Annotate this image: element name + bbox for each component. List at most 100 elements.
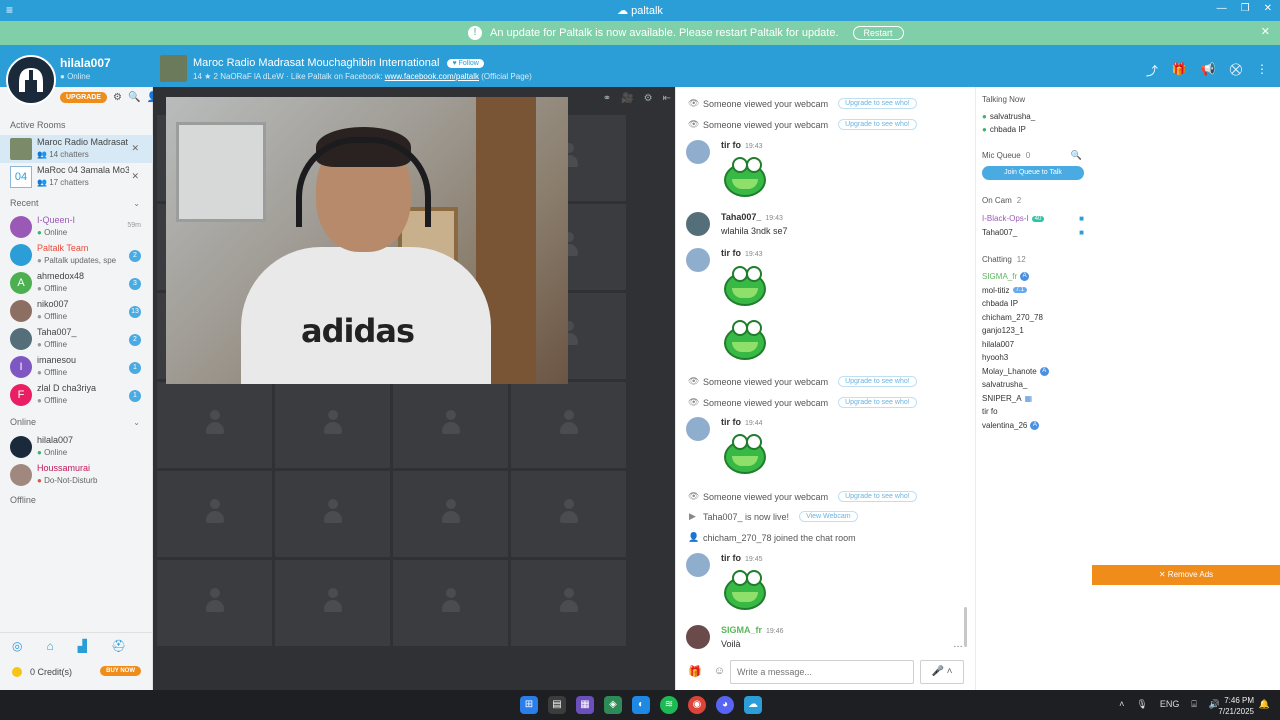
megaphone-icon[interactable]: 📢 <box>1201 62 1216 79</box>
collapse-icon[interactable]: ⇤ <box>663 93 671 104</box>
avatar[interactable] <box>686 140 710 164</box>
follow-button[interactable]: ♥ Follow <box>447 58 484 68</box>
gift-icon[interactable]: 🎁 <box>1172 62 1187 79</box>
sender-name[interactable]: Taha007_ 19:43 <box>721 212 783 222</box>
search-icon[interactable]: 🔍 <box>128 92 140 103</box>
file-explorer-icon[interactable]: ▤ <box>548 696 566 714</box>
windows-start-icon[interactable]: ⊞ <box>520 696 538 714</box>
sender-name[interactable]: tir fo 19:44 <box>721 417 763 427</box>
chatting-user[interactable]: SNIPER_A ▦ <box>982 394 1032 403</box>
contact-item[interactable]: I-Queen-I ● Online 59m <box>0 213 153 241</box>
avatar[interactable] <box>686 248 710 272</box>
video-camera-icon[interactable]: ■ <box>1079 214 1084 223</box>
join-queue-button[interactable]: Join Queue to Talk <box>982 166 1084 180</box>
microphone-button[interactable]: 🎤 ˄ <box>920 660 964 684</box>
video-tile[interactable] <box>511 382 626 468</box>
chatting-user[interactable]: Molay_Lhanote A <box>982 366 1049 376</box>
gift-icon[interactable]: 🎁 <box>688 665 702 678</box>
chatting-user[interactable]: chbada IP <box>982 299 1018 308</box>
discover-icon[interactable]: ◎ <box>12 639 22 653</box>
facebook-link[interactable]: www.facebook.com/paltalk <box>385 72 479 81</box>
restore-icon[interactable]: ❐ <box>1241 3 1250 14</box>
on-cam-user[interactable]: Taha007_ <box>982 228 1017 237</box>
emoji-icon[interactable]: ☺ <box>714 665 725 678</box>
contact-item[interactable]: Paltalk Team ● Paltalk updates, spe 2 <box>0 241 153 269</box>
video-tile[interactable] <box>157 471 272 557</box>
buy-now-button[interactable]: BUY NOW <box>100 666 141 676</box>
notice-action-button[interactable]: Upgrade to see who! <box>838 98 917 109</box>
chatting-user[interactable]: mol-titiz 7.1 <box>982 286 1027 295</box>
notice-action-button[interactable]: Upgrade to see who! <box>838 397 917 408</box>
chatting-user[interactable]: chicham_270_78 <box>982 313 1043 322</box>
user-avatar[interactable] <box>6 55 56 105</box>
settings-icon[interactable]: ⚙ <box>644 93 653 104</box>
video-tile[interactable] <box>511 560 626 646</box>
contact-item[interactable]: Houssamurai ● Do-Not-Disturb <box>0 461 153 489</box>
video-tile[interactable] <box>393 471 508 557</box>
search-icon[interactable]: 🔍 <box>1071 150 1082 161</box>
share-icon[interactable]: ⤴ <box>1146 62 1158 79</box>
edge-icon[interactable]: ◐ <box>632 696 650 714</box>
notification-icon[interactable]: 🔔 <box>1259 699 1270 710</box>
microphone-icon[interactable]: 🎙 <box>1136 699 1147 710</box>
chevron-up-icon[interactable]: ˄ <box>1119 699 1124 710</box>
notice-action-button[interactable]: Upgrade to see who! <box>838 119 917 130</box>
talking-user[interactable]: ● chbada IP <box>982 125 1026 134</box>
network-icon[interactable]: ⌸ <box>1191 699 1196 710</box>
active-room-item[interactable]: 04 MaRoc 04 3amala Mo3 👥 17 chatters ✕ <box>0 163 153 191</box>
avatar[interactable] <box>686 212 710 236</box>
restart-button[interactable]: Restart <box>852 26 904 40</box>
gear-icon[interactable]: ⚙ <box>113 92 122 103</box>
talking-user[interactable]: ● salvatrusha_ <box>982 112 1035 121</box>
chevron-down-icon[interactable]: ⌄ <box>133 199 140 208</box>
minimize-icon[interactable]: — <box>1217 3 1227 14</box>
contact-item[interactable]: niko007 ● Offline 13 <box>0 297 153 325</box>
more-options-icon[interactable]: … <box>953 639 963 650</box>
chatting-user[interactable]: hilala007 <box>982 340 1014 349</box>
remove-ads-button[interactable]: ✕ Remove Ads <box>1092 565 1280 585</box>
webcam-feed[interactable]: adidas <box>166 97 568 384</box>
contact-item[interactable]: Taha007_ ● Offline 2 <box>0 325 153 353</box>
on-cam-user[interactable]: I-Black-Ops-I 40 <box>982 214 1087 223</box>
contact-item[interactable]: Fzlal D cha3riya ● Offline 1 <box>0 381 153 409</box>
notice-action-button[interactable]: View Webcam <box>799 511 858 522</box>
chatting-user[interactable]: salvatrusha_ <box>982 380 1027 389</box>
chevron-down-icon[interactable]: ⌄ <box>133 418 140 427</box>
close-window-icon[interactable]: ✕ <box>1264 3 1272 14</box>
video-tile[interactable] <box>157 382 272 468</box>
chatting-user[interactable]: hyooh3 <box>982 353 1008 362</box>
video-tile[interactable] <box>393 560 508 646</box>
video-tile[interactable] <box>157 560 272 646</box>
close-room-icon[interactable]: ✕ <box>131 143 139 154</box>
leaderboard-icon[interactable]: ▟ <box>78 639 87 653</box>
notice-action-button[interactable]: Upgrade to see who! <box>838 376 917 387</box>
chatting-user[interactable]: SIGMA_fr A <box>982 272 1030 281</box>
message-input[interactable] <box>730 660 914 684</box>
avatar[interactable] <box>686 625 710 649</box>
app-icon[interactable]: ▦ <box>576 696 594 714</box>
contact-item[interactable]: Iimanesou ● Offline 1 <box>0 353 153 381</box>
video-camera-icon[interactable]: ■ <box>1079 228 1084 237</box>
helmet-icon[interactable]: ⛑ <box>111 639 126 653</box>
sender-name[interactable]: tir fo 19:43 <box>721 140 763 150</box>
chatting-user[interactable]: ganjo123_1 <box>982 326 1024 335</box>
notice-action-button[interactable]: Upgrade to see who! <box>838 491 917 502</box>
close-room-icon[interactable]: ✕ <box>131 171 139 182</box>
avatar[interactable] <box>686 417 710 441</box>
clock[interactable]: 7:46 PM 7/21/2025 <box>1218 695 1254 717</box>
contact-item[interactable]: Aahmedox48 ● Offline 3 <box>0 269 153 297</box>
chrome-icon[interactable]: ◉ <box>688 696 706 714</box>
sender-name[interactable]: tir fo 19:45 <box>721 553 763 563</box>
discord-icon[interactable]: ◕ <box>716 696 734 714</box>
app-icon[interactable]: ◈ <box>604 696 622 714</box>
video-tile[interactable] <box>275 382 390 468</box>
chatting-user[interactable]: tir fo <box>982 407 998 416</box>
chatting-user[interactable]: valentina_26 A <box>982 420 1040 430</box>
camera-icon[interactable]: 🎥 <box>621 93 633 104</box>
language-indicator[interactable]: ENG <box>1160 699 1180 710</box>
avatar[interactable] <box>686 553 710 577</box>
camera-off-icon[interactable]: ⛒ <box>1230 62 1242 79</box>
active-room-item[interactable]: Maroc Radio Madrasat 👥 14 chatters ✕ <box>0 135 153 163</box>
chat-scrollbar[interactable] <box>964 607 967 647</box>
video-tile[interactable] <box>275 560 390 646</box>
